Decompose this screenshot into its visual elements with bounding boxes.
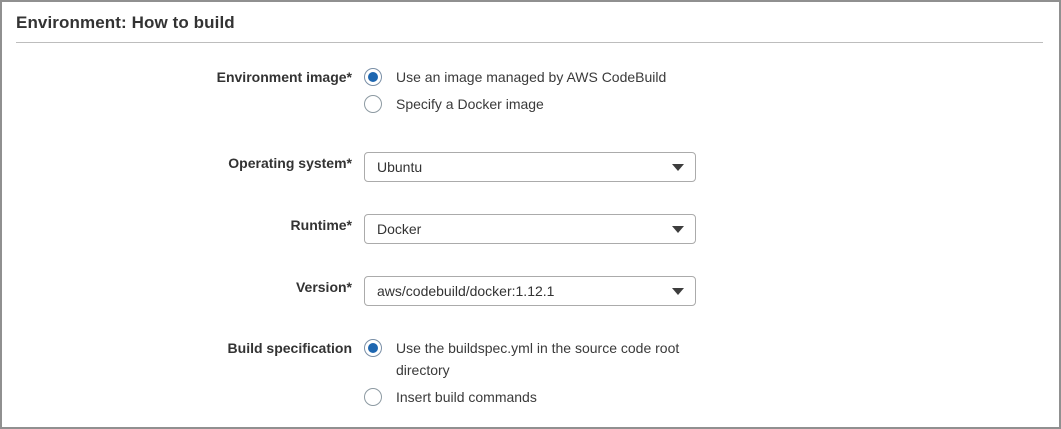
build-specification-options: Use the buildspec.yml in the source code… [364, 337, 708, 408]
selected-value: Docker [365, 221, 421, 237]
chevron-down-icon [672, 226, 684, 233]
radio-option-label: Use the buildspec.yml in the source code… [396, 337, 708, 381]
runtime-select[interactable]: Docker [364, 214, 696, 244]
operating-system-row: Operating system* Ubuntu [2, 152, 1059, 182]
version-label: Version* [2, 276, 352, 298]
selected-value: aws/codebuild/docker:1.12.1 [365, 283, 554, 299]
environment-image-options: Use an image managed by AWS CodeBuild Sp… [364, 66, 666, 115]
environment-image-row: Environment image* Use an image managed … [2, 66, 1059, 115]
version-row: Version* aws/codebuild/docker:1.12.1 [2, 276, 1059, 306]
radio-button-icon[interactable] [364, 388, 382, 406]
radio-option-label: Use an image managed by AWS CodeBuild [396, 66, 666, 88]
operating-system-select[interactable]: Ubuntu [364, 152, 696, 182]
radio-button-icon[interactable] [364, 68, 382, 86]
build-specification-row: Build specification Use the buildspec.ym… [2, 337, 1059, 408]
runtime-label: Runtime* [2, 214, 352, 236]
radio-button-icon[interactable] [364, 95, 382, 113]
environment-section-panel: Environment: How to build Environment im… [0, 0, 1061, 429]
radio-option-label: Insert build commands [396, 386, 537, 408]
selected-value: Ubuntu [365, 159, 422, 175]
radio-button-icon[interactable] [364, 339, 382, 357]
radio-option-use-buildspec[interactable]: Use the buildspec.yml in the source code… [364, 337, 708, 381]
runtime-row: Runtime* Docker [2, 214, 1059, 244]
build-specification-label: Build specification [2, 337, 352, 359]
radio-option-managed-image[interactable]: Use an image managed by AWS CodeBuild [364, 66, 666, 88]
radio-option-docker-image[interactable]: Specify a Docker image [364, 93, 666, 115]
radio-option-label: Specify a Docker image [396, 93, 544, 115]
section-title: Environment: How to build [16, 13, 1041, 33]
panel-header: Environment: How to build [2, 2, 1059, 33]
environment-image-label: Environment image* [2, 66, 352, 88]
header-divider [16, 42, 1043, 43]
radio-option-insert-commands[interactable]: Insert build commands [364, 386, 708, 408]
chevron-down-icon [672, 288, 684, 295]
chevron-down-icon [672, 164, 684, 171]
version-select[interactable]: aws/codebuild/docker:1.12.1 [364, 276, 696, 306]
operating-system-label: Operating system* [2, 152, 352, 174]
